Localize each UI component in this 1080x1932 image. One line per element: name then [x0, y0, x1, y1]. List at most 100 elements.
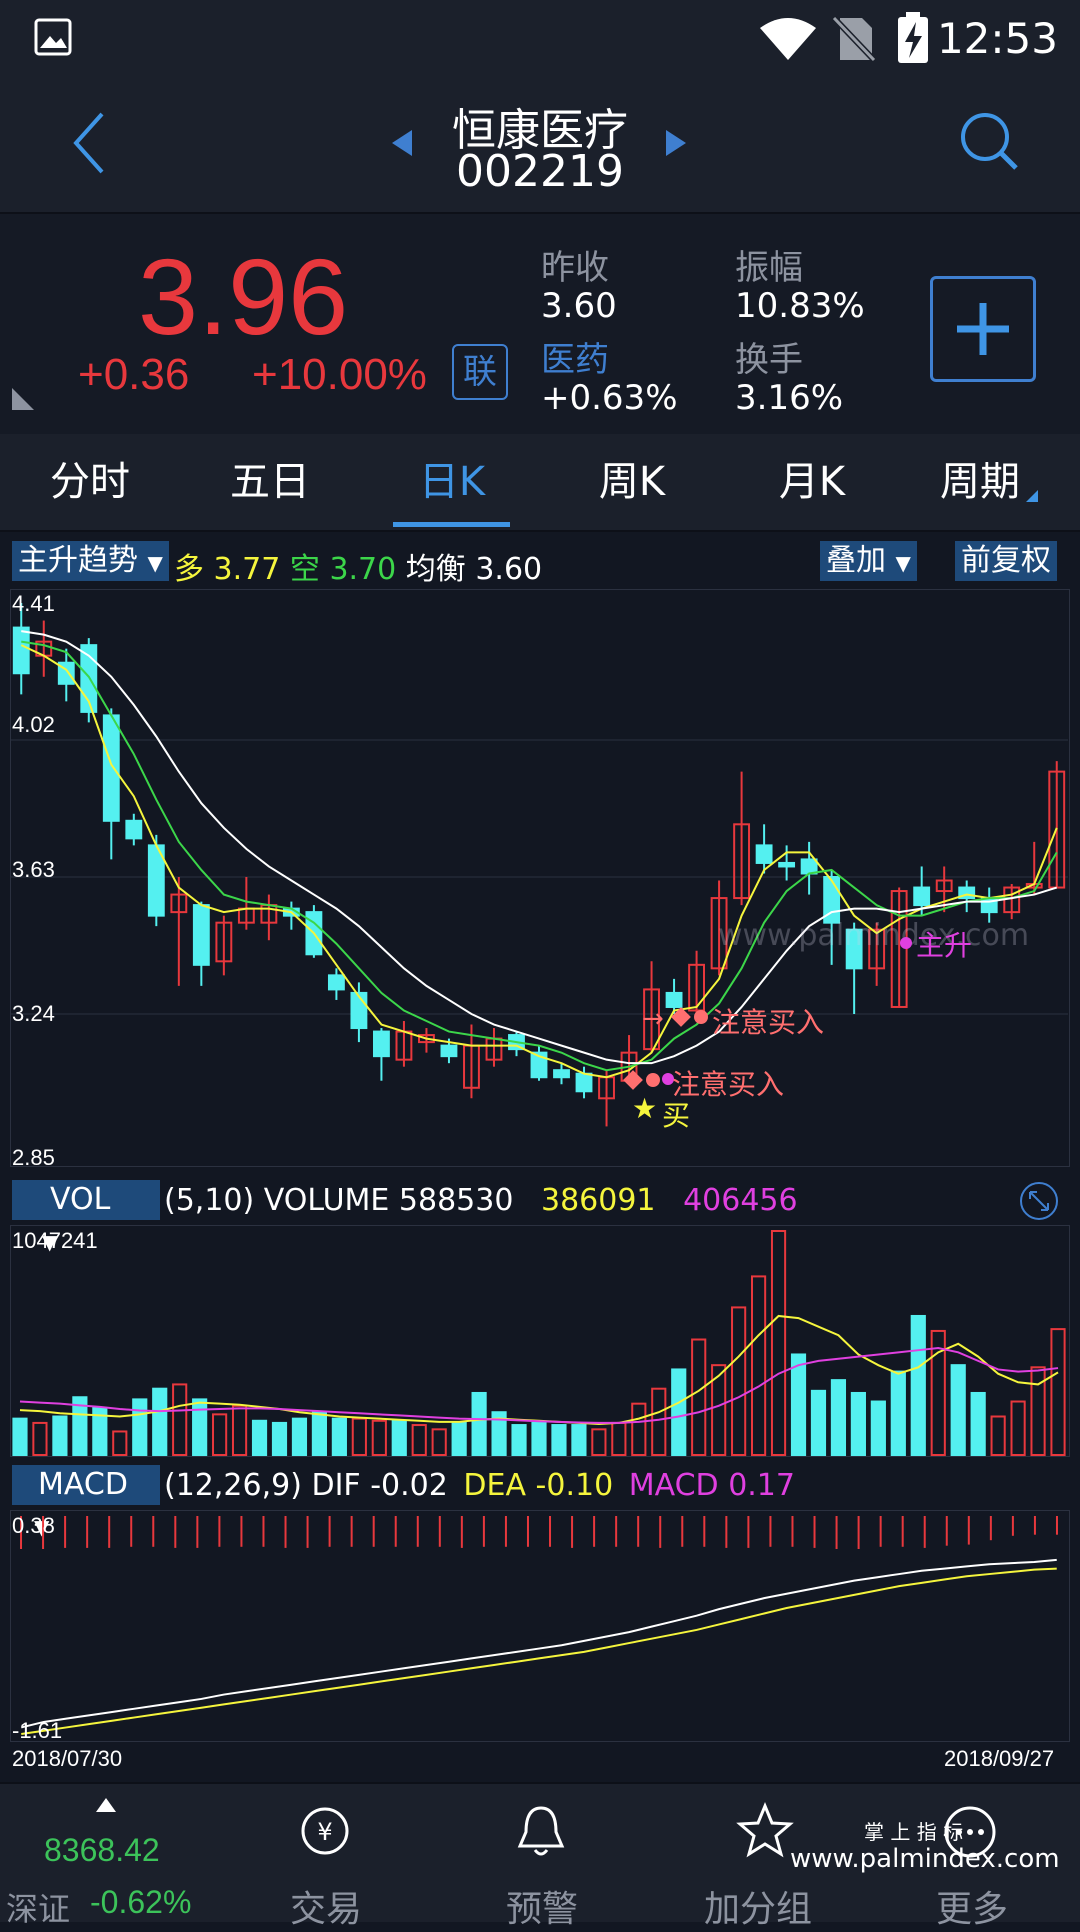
no-sim-icon: [832, 15, 876, 62]
sector-link[interactable]: 医药: [541, 332, 609, 381]
watermark-title: 掌 上 指 标: [864, 1820, 964, 1844]
start-date: 2018/07/30: [12, 1746, 123, 1771]
add-watchlist-button[interactable]: [930, 276, 1036, 382]
up-arrow-icon: [96, 1798, 116, 1812]
vol-ma5: 386091: [541, 1183, 656, 1218]
period-dropdown-icon: [1026, 490, 1038, 502]
nav-more-label: 更多: [936, 1889, 1009, 1930]
macd-chart: [20, 1516, 1058, 1735]
vol-indicator-selector[interactable]: VOL ▼: [12, 1180, 160, 1254]
volume-bar: [371, 1419, 387, 1456]
index-ticker[interactable]: 8368.42 深证 -0.62%: [0, 1784, 210, 1928]
volume-bar: [810, 1389, 827, 1456]
vol-label: VOL: [50, 1182, 111, 1217]
volume-bar: [351, 1417, 367, 1456]
volume-bar: [1050, 1328, 1066, 1456]
next-stock-icon[interactable]: [664, 128, 688, 158]
turnover-value: 3.16%: [735, 378, 844, 418]
kline-y-tick: 4.41: [12, 591, 55, 616]
nav-trade[interactable]: ¥ 交易: [270, 1784, 380, 1930]
kline-y-tick: 4.02: [12, 712, 55, 737]
kline-chart[interactable]: [10, 589, 1070, 1167]
zhusheng-dot: [900, 937, 912, 949]
volume-bar: [12, 1417, 28, 1456]
volume-bar: [152, 1387, 168, 1456]
nav-alert[interactable]: 预警: [486, 1784, 596, 1930]
volume-bar: [531, 1421, 547, 1456]
adjust-button[interactable]: 前复权: [955, 541, 1057, 581]
vol-indicator-values: (5,10) VOLUME 588530 386091 406456: [164, 1183, 798, 1218]
price-change-pct: +10.00%: [252, 350, 427, 399]
active-tab-indicator: [393, 522, 510, 527]
macd-indicator-selector[interactable]: MACD ▼: [12, 1465, 160, 1539]
junheng-value: 3.60: [475, 552, 543, 587]
candle-body: [575, 1072, 593, 1093]
kline-y-tick: 2.85: [12, 1145, 55, 1170]
current-price: 3.96: [138, 236, 349, 357]
duo-label: 多: [174, 552, 204, 587]
volume-bar: [571, 1424, 587, 1456]
volume-bar: [750, 1275, 767, 1456]
tab-daily-k[interactable]: 日K: [382, 434, 522, 530]
volume-bar: [231, 1404, 248, 1456]
volume-bar: [511, 1424, 527, 1456]
vol-params: (5,10) VOLUME: [164, 1183, 390, 1218]
period-tabs: 分时 五日 日K 周K 月K 周期: [0, 434, 1080, 532]
volume-bar: [271, 1421, 288, 1456]
volume-bar: [311, 1411, 328, 1457]
signal-arrow: →: [642, 1004, 664, 1034]
svg-text:¥: ¥: [317, 1818, 332, 1846]
volume-bar: [990, 1415, 1006, 1457]
volume-bar: [950, 1364, 966, 1456]
vol-value: 588530: [398, 1183, 514, 1218]
volume-bar: [291, 1417, 308, 1456]
clock: 12:53: [936, 14, 1058, 63]
title-bar: 恒康医疗 002219: [0, 80, 1080, 214]
volume-bar: [471, 1391, 487, 1456]
kline-series-line: [21, 630, 1058, 1065]
tab-weekly-k[interactable]: 周K: [562, 434, 702, 530]
volume-chart: [12, 1230, 1066, 1457]
overlay-button[interactable]: 叠加 ▼: [820, 541, 917, 581]
macd-indicator-values: (12,26,9) DIF -0.02 DEA -0.10 MACD 0.17: [164, 1468, 795, 1503]
kong-label: 空: [289, 552, 320, 587]
tab-monthly-k[interactable]: 月K: [742, 434, 882, 530]
amplitude-value: 10.83%: [735, 286, 865, 326]
dropdown-icon: ▼: [895, 551, 911, 575]
candle-body: [800, 858, 818, 875]
plus-icon: [957, 303, 1009, 355]
main-indicator-selector[interactable]: 主升趋势 ▼: [12, 541, 169, 581]
candle-body: [327, 974, 345, 991]
prev-close-value: 3.60: [541, 286, 617, 326]
volume-bar: [251, 1419, 268, 1456]
candle-body: [440, 1044, 458, 1058]
volume-bar: [391, 1419, 407, 1456]
kline-y-tick: 3.24: [12, 1001, 55, 1026]
volume-bar: [850, 1391, 866, 1456]
nav-trade-label: 交易: [290, 1889, 363, 1930]
dropdown-icon: ▼: [147, 551, 163, 575]
search-icon[interactable]: [958, 110, 1020, 174]
image-notification-icon: [34, 18, 72, 56]
volume-bar: [52, 1415, 68, 1457]
quote-panel: 3.96 +0.36 +10.00% 联 昨收 3.60 医药 +0.63% 振…: [0, 214, 1080, 434]
junheng-label: 均衡: [405, 552, 466, 587]
tab-period[interactable]: 周期: [910, 434, 1050, 530]
volume-bar: [770, 1230, 787, 1456]
corner-triangle-icon: [12, 388, 34, 410]
buy-star-icon: ★: [632, 1092, 658, 1125]
tab-five-day[interactable]: 五日: [200, 434, 340, 530]
tab-intraday[interactable]: 分时: [20, 434, 160, 530]
candle-body: [372, 1030, 390, 1058]
macd-params: (12,26,9): [164, 1468, 302, 1503]
dea-value: -0.10: [535, 1468, 614, 1503]
sector-change: +0.63%: [541, 378, 678, 418]
overlay-label: 叠加: [826, 543, 886, 578]
kline-series-line: [20, 644, 1058, 1079]
vol-ma10: 406456: [683, 1183, 798, 1218]
linked-button[interactable]: 联: [452, 344, 508, 400]
volume-bar: [411, 1424, 427, 1456]
volume-bar: [212, 1413, 228, 1456]
watermark-url: www.palmindex.com: [790, 1844, 1060, 1874]
expand-icon[interactable]: [1018, 1180, 1060, 1222]
